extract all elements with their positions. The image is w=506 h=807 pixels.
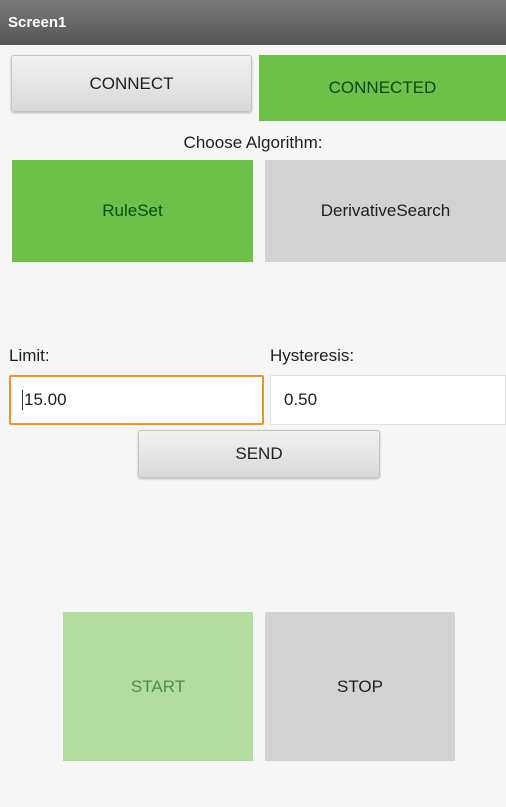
hysteresis-label: Hysteresis: <box>270 346 355 365</box>
stop-button-label: STOP <box>337 676 383 696</box>
connected-status-label: CONNECTED <box>328 78 437 97</box>
choose-algorithm-label: Choose Algorithm: <box>183 133 323 152</box>
ruleset-button-label: RuleSet <box>102 201 163 220</box>
derivative-search-button-label: DerivativeSearch <box>320 201 451 220</box>
start-button[interactable]: START <box>63 612 253 761</box>
limit-input[interactable]: 15.00 <box>9 375 264 425</box>
text-caret <box>22 390 23 410</box>
connect-button[interactable]: CONNECT <box>11 55 252 112</box>
stop-button[interactable]: STOP <box>265 612 455 761</box>
send-button-label: SEND <box>235 444 283 463</box>
app-title-bar: Screen1 <box>0 0 506 45</box>
limit-input-value: 15.00 <box>24 390 67 409</box>
hysteresis-input[interactable]: 0.50 <box>270 375 506 425</box>
limit-label: Limit: <box>9 346 50 365</box>
connected-status-button[interactable]: CONNECTED <box>259 55 506 121</box>
screen-title: Screen1 <box>8 14 67 31</box>
send-button[interactable]: SEND <box>138 430 380 478</box>
ruleset-button[interactable]: RuleSet <box>12 160 253 262</box>
start-button-label: START <box>130 676 186 696</box>
hysteresis-input-value: 0.50 <box>284 390 318 409</box>
derivative-search-button[interactable]: DerivativeSearch <box>265 160 506 262</box>
connect-button-label: CONNECT <box>89 73 174 93</box>
